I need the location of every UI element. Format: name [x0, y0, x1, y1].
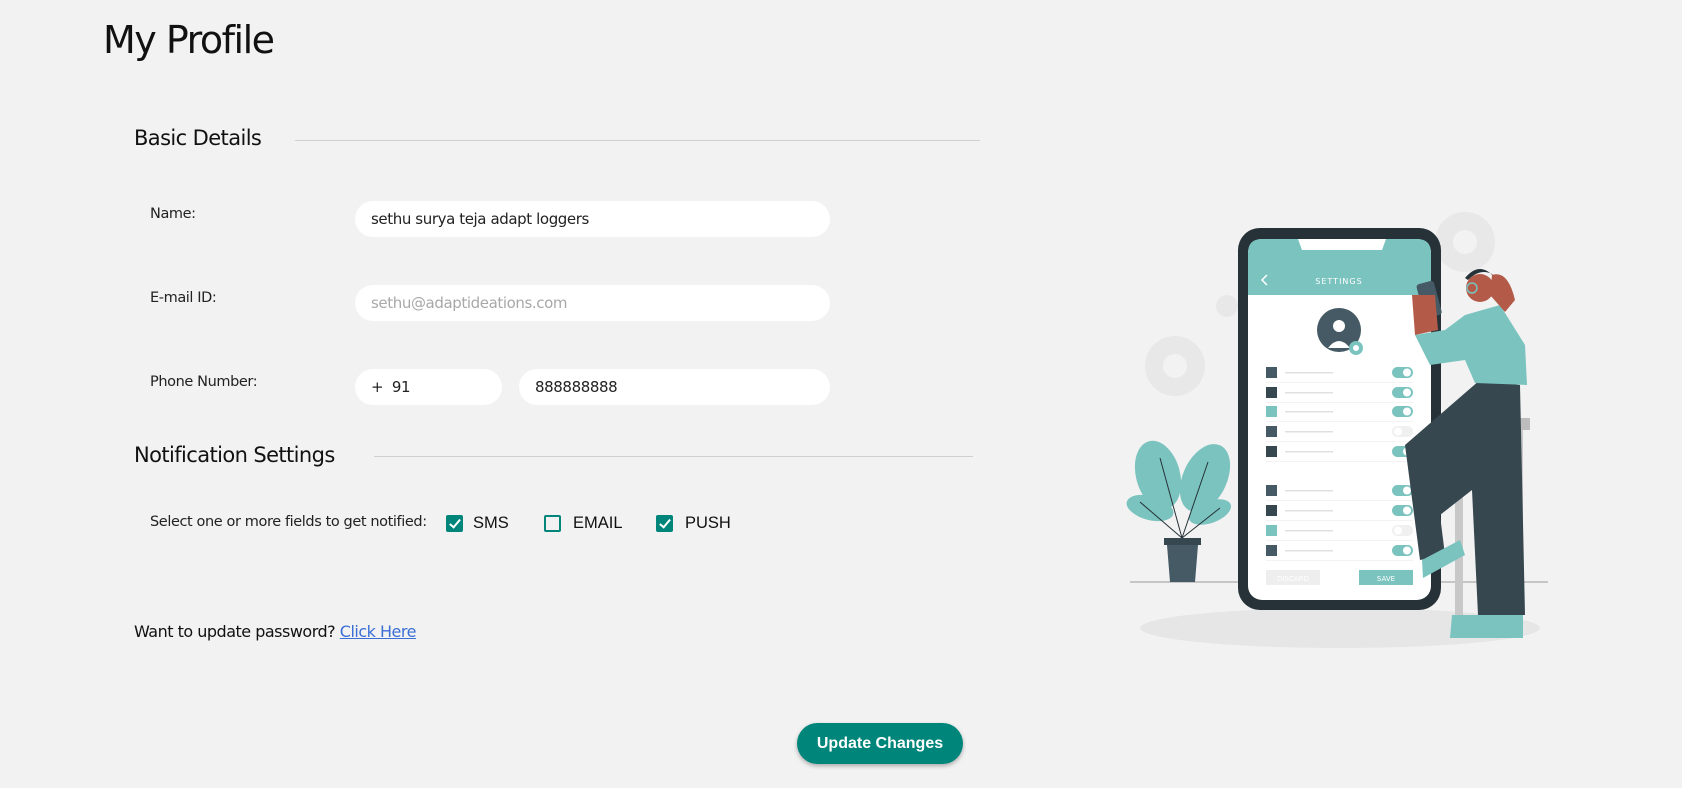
row-divider [1266, 520, 1413, 521]
checkbox-push[interactable]: PUSH [656, 514, 731, 533]
page-title: My Profile [103, 18, 275, 62]
row-divider [1266, 560, 1413, 561]
row-square [1266, 426, 1277, 437]
row-line [1285, 392, 1333, 394]
row-square [1266, 545, 1277, 556]
basic-details-heading: Basic Details [134, 126, 262, 150]
checkbox-sms[interactable]: SMS [446, 514, 509, 533]
plant-icon [1126, 440, 1232, 582]
save-label: SAVE [1377, 575, 1395, 583]
row-square [1266, 367, 1277, 378]
update-changes-button[interactable]: Update Changes [797, 723, 963, 764]
row-divider [1266, 500, 1413, 501]
checkbox-label: PUSH [685, 514, 731, 532]
notification-prompt: Select one or more fields to get notifie… [150, 514, 427, 530]
row-line [1285, 451, 1333, 453]
checkbox-label: SMS [473, 514, 509, 532]
password-prompt: Want to update password? Click Here [134, 622, 416, 641]
checkbox-checked-icon[interactable] [656, 515, 673, 532]
row-divider [1266, 421, 1413, 422]
row-line [1285, 431, 1333, 433]
toggle-knob [1403, 546, 1411, 555]
phone-label: Phone Number: [150, 374, 258, 390]
row-square [1266, 446, 1277, 457]
toggle-knob [1394, 526, 1402, 535]
password-prompt-text: Want to update password? [134, 622, 336, 641]
country-code-input[interactable]: + 91 [355, 369, 502, 405]
row-line [1285, 490, 1333, 492]
screen-title: SETTINGS [1315, 277, 1362, 286]
row-divider [1266, 461, 1413, 462]
toggle-knob [1394, 427, 1402, 436]
checkbox-email[interactable]: EMAIL [544, 514, 623, 533]
toggle-knob [1403, 506, 1411, 515]
email-input[interactable]: sethu@adaptideations.com [355, 285, 830, 321]
row-line [1285, 411, 1333, 413]
row-square [1266, 505, 1277, 516]
row-square [1266, 485, 1277, 496]
phone-mockup: SETTINGS DISCARD SAVE [1238, 228, 1441, 610]
toggle-knob [1403, 388, 1411, 397]
row-divider [1266, 441, 1413, 442]
divider [295, 140, 980, 141]
row-square [1266, 525, 1277, 536]
checkbox-checked-icon[interactable] [446, 515, 463, 532]
name-label: Name: [150, 206, 196, 222]
row-square [1266, 387, 1277, 398]
toggle-knob [1403, 407, 1411, 416]
divider [374, 456, 973, 457]
checkbox-unchecked-icon[interactable] [544, 515, 561, 532]
row-line [1285, 530, 1333, 532]
row-divider [1266, 402, 1413, 403]
row-divider [1266, 540, 1413, 541]
checkbox-label: EMAIL [573, 514, 623, 532]
row-square [1266, 406, 1277, 417]
phone-number-input[interactable]: 888888888 [519, 369, 830, 405]
toggle-knob [1403, 486, 1411, 495]
row-line [1285, 550, 1333, 552]
row-line [1285, 372, 1333, 374]
toggle-knob [1403, 368, 1411, 377]
row-line [1285, 510, 1333, 512]
email-label: E-mail ID: [150, 290, 217, 306]
discard-label: DISCARD [1277, 575, 1309, 583]
name-input[interactable]: sethu surya teja adapt loggers [355, 201, 830, 237]
row-divider [1266, 382, 1413, 383]
settings-illustration: SETTINGS DISCARD SAVE [1126, 212, 1548, 648]
update-password-link[interactable]: Click Here [340, 622, 417, 641]
notification-settings-heading: Notification Settings [134, 443, 335, 467]
